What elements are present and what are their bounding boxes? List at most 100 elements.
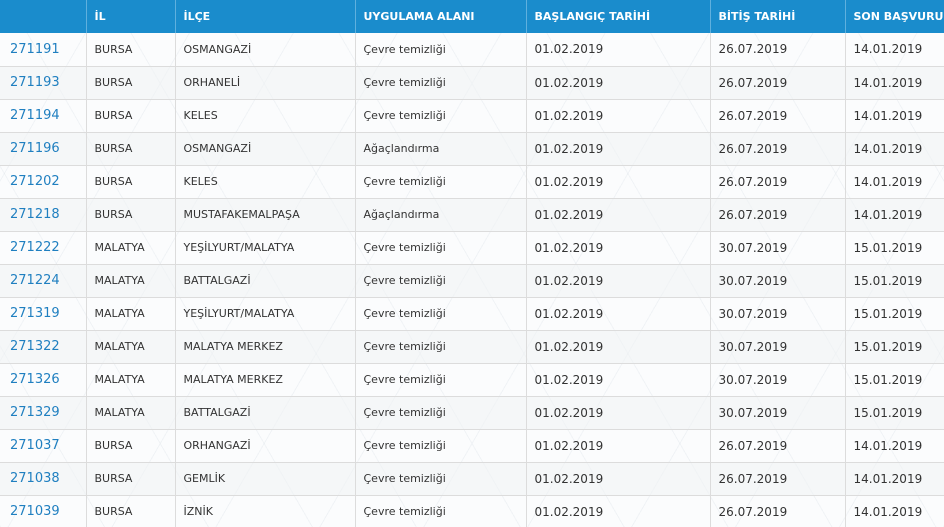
cell-il: BURSA [86, 66, 176, 100]
col-header-ilce[interactable]: İLÇE [175, 0, 356, 33]
cell-il: BURSA [86, 132, 176, 166]
cell-il: BURSA [86, 198, 176, 232]
col-header-son-basvuru[interactable]: SON BAŞVURU [845, 0, 944, 33]
cell-il: BURSA [86, 165, 176, 199]
cell-son-basvuru: 14.01.2019 [845, 66, 944, 100]
table-row: 271329 MALATYA BATTALGAZİ Çevre temizliği 01… [0, 396, 944, 430]
cell-id: 271037 [0, 429, 87, 463]
cell-uygulama-alani: Çevre temizliği [355, 264, 527, 298]
cell-id: 271191 [0, 33, 87, 67]
cell-id: 271202 [0, 165, 87, 199]
record-id-link[interactable]: 271039 [10, 504, 60, 519]
cell-uygulama-alani: Çevre temizliği [355, 165, 527, 199]
cell-id: 271224 [0, 264, 87, 298]
cell-son-basvuru: 14.01.2019 [845, 33, 944, 67]
results-table: İL İLÇE UYGULAMA ALANI BAŞLANGIÇ TARİHİ … [0, 0, 944, 527]
cell-baslangic-tarihi: 01.02.2019 [526, 33, 711, 67]
table-row: 271322 MALATYA MALATYA MERKEZ Çevre temizli… [0, 330, 944, 364]
cell-son-basvuru: 15.01.2019 [845, 330, 944, 364]
record-id-link[interactable]: 271224 [10, 273, 60, 288]
record-id-link[interactable]: 271322 [10, 339, 60, 354]
cell-bitis-tarihi: 30.07.2019 [710, 363, 846, 397]
record-id-link[interactable]: 271202 [10, 174, 60, 189]
col-header-il[interactable]: İL [86, 0, 176, 33]
cell-il: MALATYA [86, 363, 176, 397]
cell-son-basvuru: 14.01.2019 [845, 165, 944, 199]
cell-bitis-tarihi: 30.07.2019 [710, 264, 846, 298]
record-id-link[interactable]: 271193 [10, 75, 60, 90]
cell-son-basvuru: 15.01.2019 [845, 264, 944, 298]
record-id-link[interactable]: 271218 [10, 207, 60, 222]
cell-uygulama-alani: Çevre temizliği [355, 330, 527, 364]
cell-uygulama-alani: Çevre temizliği [355, 363, 527, 397]
cell-il: BURSA [86, 462, 176, 496]
record-id-link[interactable]: 271222 [10, 240, 60, 255]
cell-il: MALATYA [86, 264, 176, 298]
cell-uygulama-alani: Çevre temizliği [355, 495, 527, 527]
cell-id: 271038 [0, 462, 87, 496]
cell-id: 271326 [0, 363, 87, 397]
table-header: İL İLÇE UYGULAMA ALANI BAŞLANGIÇ TARİHİ … [0, 0, 944, 33]
record-id-link[interactable]: 271194 [10, 108, 60, 123]
table-row: 271037 BURSA ORHANGAZİ Çevre temizliği 01.02… [0, 429, 944, 463]
cell-baslangic-tarihi: 01.02.2019 [526, 297, 711, 331]
cell-il: BURSA [86, 429, 176, 463]
cell-bitis-tarihi: 26.07.2019 [710, 198, 846, 232]
cell-bitis-tarihi: 30.07.2019 [710, 231, 846, 265]
record-id-link[interactable]: 271329 [10, 405, 60, 420]
cell-uygulama-alani: Çevre temizliği [355, 99, 527, 133]
table-row: 271038 BURSA GEMLİK Çevre temizliği 01.02.20… [0, 462, 944, 496]
results-table-container: İL İLÇE UYGULAMA ALANI BAŞLANGIÇ TARİHİ … [0, 0, 944, 527]
cell-uygulama-alani: Ağaçlandırma [355, 132, 527, 166]
cell-uygulama-alani: Çevre temizliği [355, 231, 527, 265]
cell-id: 271196 [0, 132, 87, 166]
cell-son-basvuru: 14.01.2019 [845, 132, 944, 166]
record-id-link[interactable]: 271326 [10, 372, 60, 387]
cell-baslangic-tarihi: 01.02.2019 [526, 165, 711, 199]
cell-uygulama-alani: Çevre temizliği [355, 396, 527, 430]
record-id-link[interactable]: 271038 [10, 471, 60, 486]
col-header-uygulama-alani[interactable]: UYGULAMA ALANI [355, 0, 527, 33]
cell-bitis-tarihi: 26.07.2019 [710, 132, 846, 166]
record-id-link[interactable]: 271037 [10, 438, 60, 453]
cell-ilce: BATTALGAZİ [175, 264, 356, 298]
cell-ilce: BATTALGAZİ [175, 396, 356, 430]
cell-ilce: KELES [175, 165, 356, 199]
cell-uygulama-alani: Çevre temizliği [355, 297, 527, 331]
cell-ilce: OSMANGAZİ [175, 132, 356, 166]
cell-son-basvuru: 14.01.2019 [845, 99, 944, 133]
cell-son-basvuru: 14.01.2019 [845, 495, 944, 527]
cell-bitis-tarihi: 26.07.2019 [710, 495, 846, 527]
cell-ilce: İZNİK [175, 495, 356, 527]
table-row: 271039 BURSA İZNİK Çevre temizliği 01.02.201… [0, 495, 944, 527]
cell-baslangic-tarihi: 01.02.2019 [526, 330, 711, 364]
cell-ilce: MALATYA MERKEZ [175, 330, 356, 364]
cell-baslangic-tarihi: 01.02.2019 [526, 99, 711, 133]
record-id-link[interactable]: 271319 [10, 306, 60, 321]
col-header-bitis-tarihi[interactable]: BİTİŞ TARİHİ [710, 0, 846, 33]
cell-uygulama-alani: Çevre temizliği [355, 66, 527, 100]
cell-ilce: KELES [175, 99, 356, 133]
cell-bitis-tarihi: 26.07.2019 [710, 165, 846, 199]
cell-son-basvuru: 15.01.2019 [845, 396, 944, 430]
col-header-baslangic-tarihi[interactable]: BAŞLANGIÇ TARİHİ [526, 0, 711, 33]
table-row: 271196 BURSA OSMANGAZİ Ağaçlandırma 01.02.20… [0, 132, 944, 166]
cell-baslangic-tarihi: 01.02.2019 [526, 231, 711, 265]
table-row: 271319 MALATYA YEŞİLYURT/MALATYA Çevre temi… [0, 297, 944, 331]
table-row: 271202 BURSA KELES Çevre temizliği 01.02.201… [0, 165, 944, 199]
record-id-link[interactable]: 271191 [10, 42, 60, 57]
cell-baslangic-tarihi: 01.02.2019 [526, 363, 711, 397]
cell-ilce: YEŞİLYURT/MALATYA [175, 231, 356, 265]
cell-son-basvuru: 14.01.2019 [845, 198, 944, 232]
cell-uygulama-alani: Çevre temizliği [355, 462, 527, 496]
cell-il: MALATYA [86, 396, 176, 430]
cell-uygulama-alani: Çevre temizliği [355, 429, 527, 463]
cell-baslangic-tarihi: 01.02.2019 [526, 396, 711, 430]
cell-il: BURSA [86, 99, 176, 133]
record-id-link[interactable]: 271196 [10, 141, 60, 156]
cell-uygulama-alani: Ağaçlandırma [355, 198, 527, 232]
table-row: 271224 MALATYA BATTALGAZİ Çevre temizliği 01… [0, 264, 944, 298]
cell-bitis-tarihi: 26.07.2019 [710, 462, 846, 496]
cell-bitis-tarihi: 26.07.2019 [710, 99, 846, 133]
cell-bitis-tarihi: 26.07.2019 [710, 429, 846, 463]
